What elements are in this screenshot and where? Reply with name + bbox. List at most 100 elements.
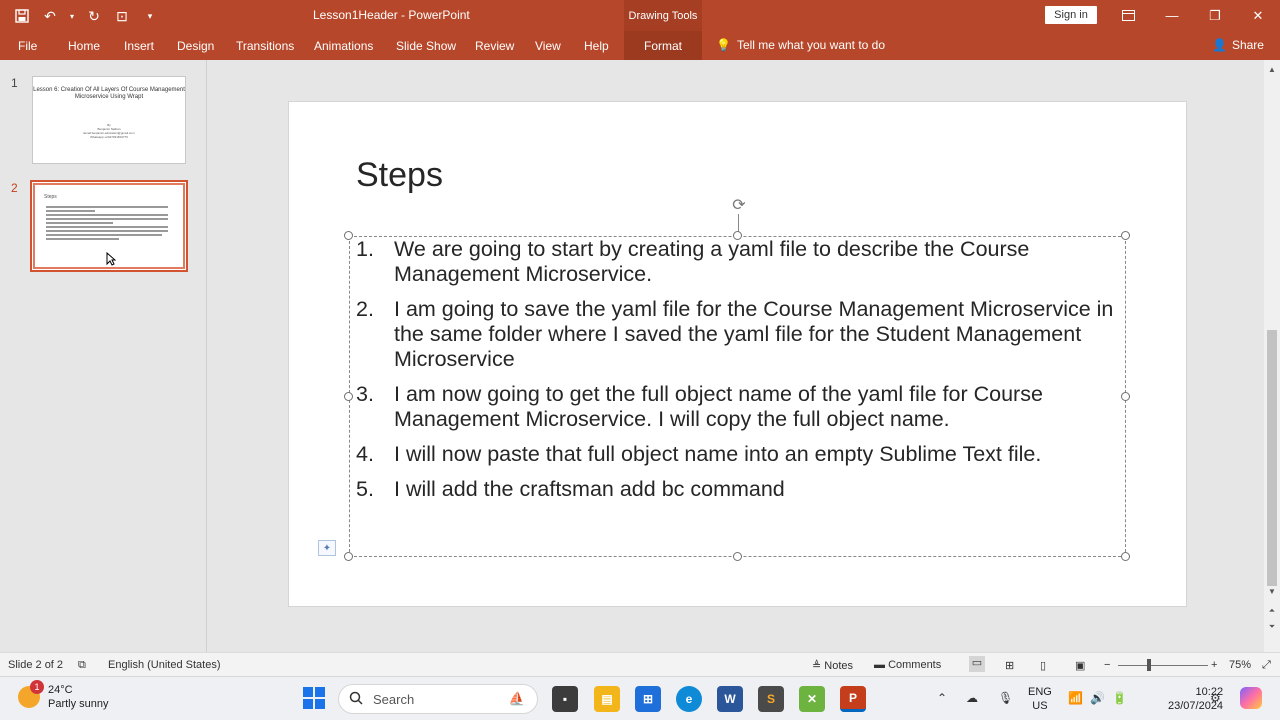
steps-list[interactable]: 1. We are going to start by creating a ya… [356,237,1116,512]
resize-handle-bottom[interactable] [733,552,742,561]
list-item: 4. I will now paste that full object name… [356,442,1116,467]
close-icon[interactable]: ✕ [1236,0,1280,31]
terminal-app-icon[interactable]: ▪ [552,686,578,712]
tab-insert[interactable]: Insert [124,39,154,53]
slide-show-icon[interactable]: ▣ [1075,659,1085,672]
list-item-text: I am now going to get the full object na… [394,382,1043,431]
app-icon[interactable]: ✕ [799,686,825,712]
edge-browser-icon[interactable]: e [676,686,702,712]
tab-slide-show[interactable]: Slide Show [396,39,456,53]
taskbar-search[interactable]: Search ⛵ [338,684,538,714]
fit-to-window-icon[interactable]: ⤢ [1262,659,1271,672]
microphone-icon[interactable]: 🎙 [998,691,1013,705]
tab-design[interactable]: Design [177,39,214,53]
thumbnail-number: 2 [11,181,18,195]
resize-handle-bottom-right[interactable] [1121,552,1130,561]
powerpoint-app-icon[interactable]: P [840,686,866,712]
resize-handle-top-right[interactable] [1121,231,1130,240]
tab-transitions[interactable]: Transitions [236,39,294,53]
scroll-up-icon[interactable]: ▲ [1264,62,1280,76]
slide-title[interactable]: Steps [356,156,443,195]
tab-review[interactable]: Review [475,39,514,53]
tab-file[interactable]: File [18,39,37,53]
resize-handle-left[interactable] [344,392,353,401]
file-explorer-icon[interactable]: ▤ [594,686,620,712]
microsoft-store-icon[interactable]: ⊞ [635,686,661,712]
list-item-text: I will add the craftsman add bc command [394,477,785,501]
wifi-icon[interactable]: 📶 [1068,691,1083,705]
save-icon[interactable] [12,6,32,26]
zoom-slider-knob[interactable] [1147,659,1151,671]
list-item-number: 3. [356,382,374,406]
start-from-beginning-icon[interactable]: ⊡ [112,6,132,26]
undo-icon[interactable]: ↶ [40,6,60,26]
list-item: 3. I am now going to get the full object … [356,382,1116,432]
tab-home[interactable]: Home [68,39,100,53]
list-item-number: 1. [356,237,374,261]
share-button[interactable]: 👤 Share [1212,38,1264,52]
language-indicator[interactable]: English (United States) [108,659,221,671]
customize-qat-icon[interactable]: ▾ [140,6,160,26]
volume-icon[interactable]: 🔊 [1090,691,1105,705]
sublime-text-icon[interactable]: S [758,686,784,712]
battery-icon[interactable]: 🔋 [1112,691,1127,705]
list-item: 5. I will add the craftsman add bc comman… [356,477,1116,502]
resize-handle-right[interactable] [1121,392,1130,401]
scrollbar-thumb[interactable] [1267,330,1277,586]
normal-view-icon[interactable]: ▭ [969,656,985,672]
thumbnail-title: Lesson 6: Creation Of All Layers Of Cour… [33,87,185,100]
zoom-in-icon[interactable]: + [1211,659,1217,671]
accessibility-icon[interactable]: ⧉ [78,659,86,672]
zoom-out-icon[interactable]: − [1104,659,1110,671]
restore-icon[interactable]: ❐ [1193,0,1237,31]
start-button[interactable] [303,687,325,709]
comments-label: Comments [888,659,942,671]
rotate-handle-icon[interactable]: ⟳ [729,195,749,215]
notification-center-icon[interactable]: ⚙ [1210,691,1221,705]
previous-slide-icon[interactable]: ⏶ [1264,604,1280,618]
zoom-level[interactable]: 75% [1229,659,1251,671]
minimize-icon[interactable]: — [1150,0,1194,31]
weather-widget[interactable]: 1 24°C Partly sunny [18,680,109,711]
vertical-scrollbar[interactable]: ▲ ▼ ⏶ ⏷ [1264,60,1280,652]
tab-help[interactable]: Help [584,39,609,53]
undo-dropdown-icon[interactable]: ▾ [68,6,76,26]
tell-me-search[interactable]: 💡 Tell me what you want to do [716,38,885,52]
windows-taskbar: 1 24°C Partly sunny Search ⛵ ▪ ▤ ⊞ e W S… [0,676,1280,720]
scroll-down-icon[interactable]: ▼ [1264,584,1280,598]
tab-format[interactable]: Format [624,31,702,60]
search-highlight-icon: ⛵ [508,691,525,706]
reading-view-icon[interactable]: ▯ [1040,659,1046,672]
list-item-text: We are going to start by creating a yaml… [394,237,1030,286]
onedrive-icon[interactable]: ☁ [966,691,978,705]
notes-button[interactable]: ≜ Notes [812,659,853,672]
notification-badge: 1 [30,680,44,694]
resize-handle-top-left[interactable] [344,231,353,240]
sign-in-button[interactable]: Sign in [1045,6,1097,24]
thumbnail-title: Steps [44,194,57,200]
tab-view[interactable]: View [535,39,561,53]
chevron-up-icon[interactable]: ⌃ [937,691,947,705]
input-language[interactable]: ENG US [1028,685,1052,713]
next-slide-icon[interactable]: ⏷ [1264,620,1280,634]
ribbon-display-options-icon[interactable] [1106,0,1150,31]
quick-access-toolbar: ↶ ▾ ↻ ⊡ ▾ [12,6,160,26]
comments-button[interactable]: ▬ Comments [874,659,941,671]
lang-line1: ENG [1028,686,1052,698]
design-ideas-icon[interactable]: ✦ [318,540,336,556]
copilot-icon[interactable] [1240,687,1262,709]
document-title: Lesson1Header - PowerPoint [313,8,470,22]
share-label: Share [1231,38,1264,52]
slide-thumbnail-1[interactable]: Lesson 6: Creation Of All Layers Of Cour… [32,76,186,164]
tab-animations[interactable]: Animations [314,39,373,53]
resize-handle-bottom-left[interactable] [344,552,353,561]
redo-icon[interactable]: ↻ [84,6,104,26]
list-item: 2. I am going to save the yaml file for t… [356,297,1116,372]
word-app-icon[interactable]: W [717,686,743,712]
zoom-slider[interactable] [1118,665,1208,666]
notes-label: Notes [824,660,854,672]
slide-thumbnail-2[interactable]: Steps [30,180,188,272]
title-bar: ↶ ▾ ↻ ⊡ ▾ Lesson1Header - PowerPoint Dra… [0,0,1280,31]
slide-sorter-icon[interactable]: ⊞ [1005,659,1014,672]
lightbulb-icon: 💡 [716,38,731,52]
